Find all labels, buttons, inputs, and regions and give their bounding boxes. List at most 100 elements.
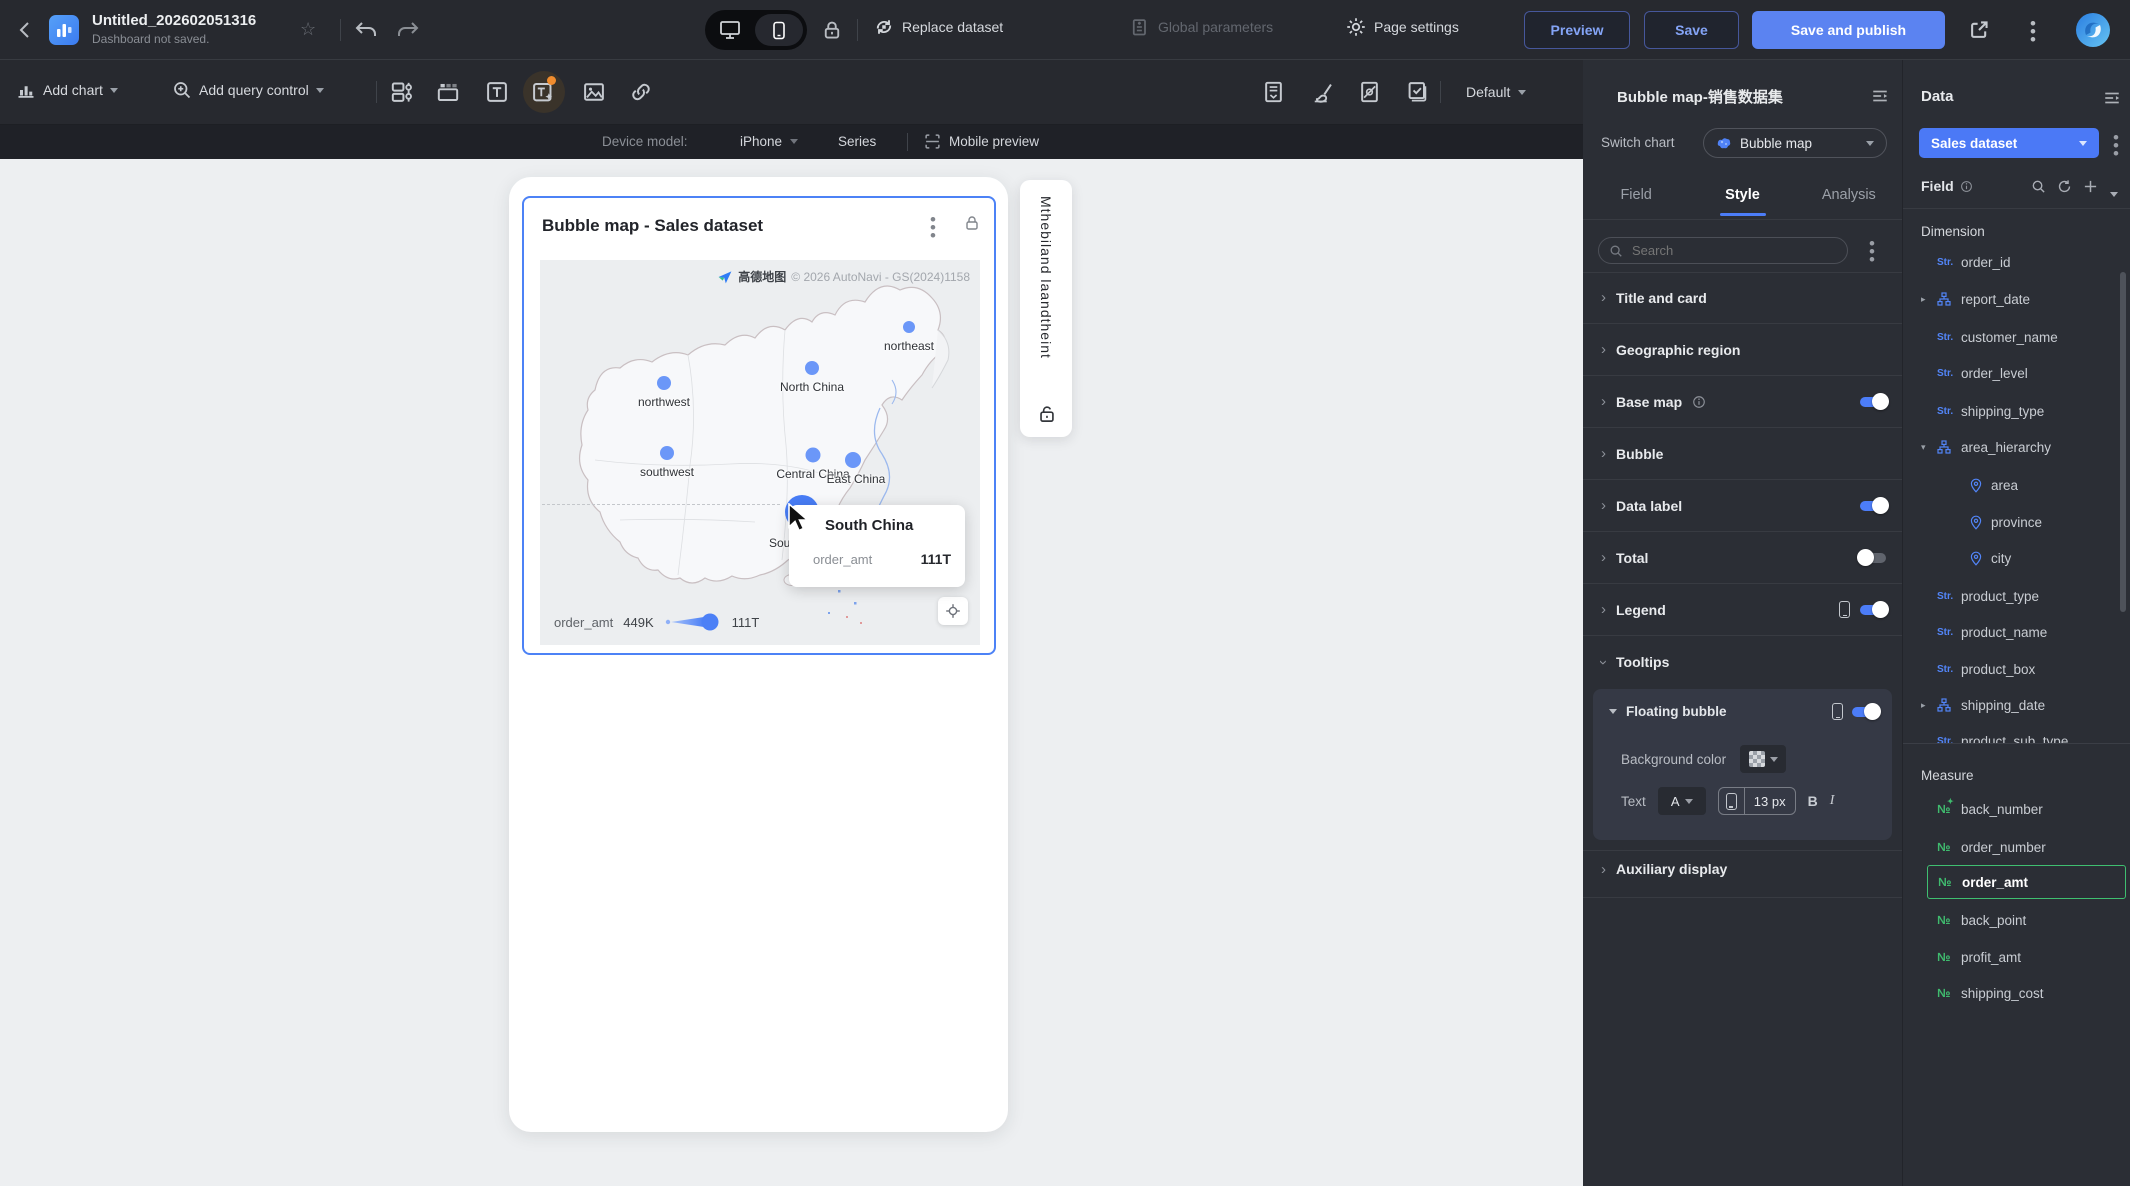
tab-container-icon[interactable]	[436, 80, 460, 104]
field-order_id[interactable]: Str. order_id	[1903, 244, 2122, 280]
field-city[interactable]: city	[1903, 540, 2122, 576]
base-map-toggle[interactable]	[1860, 392, 1889, 410]
scrollbar[interactable]	[2120, 272, 2126, 612]
replace-dataset-button[interactable]: Replace dataset	[874, 17, 1003, 37]
lock-icon[interactable]	[822, 20, 842, 40]
field-report_date[interactable]: ▸ report_date	[1903, 281, 2122, 317]
device-model-dropdown[interactable]: iPhone	[740, 134, 799, 149]
map-locate-button[interactable]	[938, 597, 968, 625]
theme-default-dropdown[interactable]: Default	[1466, 84, 1527, 100]
section-geographic-region[interactable]: › Geographic region	[1583, 324, 1902, 376]
save-and-publish-button[interactable]: Save and publish	[1752, 11, 1945, 49]
field-order_number[interactable]: № order_number	[1903, 829, 2122, 865]
field-shipping_type[interactable]: Str. shipping_type	[1903, 393, 2122, 429]
brush-clean-icon[interactable]	[1311, 80, 1334, 104]
section-auxiliary-display[interactable]: › Auxiliary display	[1601, 861, 1727, 877]
mobile-mode-segment[interactable]	[755, 14, 803, 46]
font-size-value[interactable]: 13 px	[1745, 794, 1795, 809]
add-field-icon[interactable]	[2083, 179, 2098, 194]
chart-type-dropdown[interactable]: Bubble map	[1703, 128, 1887, 158]
field-product_type[interactable]: Str. product_type	[1903, 578, 2122, 614]
field-search-icon[interactable]	[2031, 179, 2046, 194]
bold-button[interactable]: B	[1808, 793, 1818, 809]
redo-button[interactable]	[396, 19, 420, 41]
more-menu-icon[interactable]: • • •	[2030, 15, 2036, 48]
collapse-panel-icon[interactable]	[2103, 89, 2121, 107]
batch-select-icon[interactable]	[1406, 80, 1429, 104]
bubble-northeast[interactable]	[903, 321, 915, 333]
page-settings-button[interactable]: Page settings	[1346, 17, 1459, 37]
style-options-menu-icon[interactable]: • • •	[1869, 235, 1875, 268]
tab-field[interactable]: Field	[1583, 187, 1689, 203]
bubble-southwest[interactable]	[660, 446, 674, 460]
canvas-side-tab[interactable]: Mthebiland laandtheint	[1020, 180, 1072, 437]
share-icon[interactable]	[1968, 19, 1990, 41]
background-color-picker[interactable]	[1740, 745, 1787, 773]
field-order_amt-selected[interactable]: № order_amt	[1927, 865, 2126, 899]
card-report-icon[interactable]	[1262, 80, 1285, 104]
collapse-panel-icon[interactable]	[1871, 87, 1889, 105]
italic-button[interactable]: I	[1830, 793, 1835, 809]
bubble-map[interactable]: 高德地图 © 2026 AutoNavi - GS(2024)1158 nort…	[540, 260, 980, 645]
filter-control-icon[interactable]	[390, 80, 414, 104]
field-product_box[interactable]: Str. product_box	[1903, 651, 2122, 687]
data-label-toggle[interactable]	[1860, 496, 1889, 514]
section-tooltips[interactable]: › Tooltips	[1583, 636, 1902, 688]
desktop-mode-icon[interactable]	[718, 19, 742, 41]
avatar[interactable]	[2076, 13, 2110, 47]
floating-bubble-toggle[interactable]	[1852, 702, 1881, 720]
field-area_hierarchy[interactable]: ▾ area_hierarchy	[1903, 429, 2122, 465]
add-query-control-button[interactable]: Add query control	[172, 80, 324, 100]
preview-button[interactable]: Preview	[1524, 11, 1630, 49]
ai-text-icon[interactable]	[531, 76, 556, 104]
expander-icon[interactable]: ▾	[1921, 442, 1937, 453]
floating-bubble-row[interactable]: Floating bubble	[1609, 702, 1881, 720]
section-base-map[interactable]: › Base map	[1583, 376, 1902, 428]
hidden-charts-icon[interactable]	[1358, 80, 1381, 104]
font-color-dropdown[interactable]: A	[1657, 787, 1706, 815]
field-province[interactable]: province	[1903, 504, 2122, 540]
expander-icon[interactable]: ▸	[1921, 700, 1937, 711]
card-lock-icon[interactable]	[964, 215, 980, 231]
bubble-east-china[interactable]	[845, 452, 861, 468]
style-search-box[interactable]	[1598, 237, 1848, 264]
back-button[interactable]	[16, 20, 34, 40]
dataset-dropdown[interactable]: Sales dataset	[1919, 128, 2099, 158]
field-profit_amt[interactable]: № profit_amt	[1903, 939, 2122, 975]
field-area[interactable]: area	[1903, 467, 2122, 503]
section-data-label[interactable]: › Data label	[1583, 480, 1902, 532]
card-more-icon[interactable]: • • •	[930, 211, 936, 244]
dataset-more-icon[interactable]: • • •	[2113, 129, 2119, 162]
image-icon[interactable]	[582, 80, 606, 104]
undo-button[interactable]	[354, 19, 378, 41]
bubble-map-card[interactable]: Bubble map - Sales dataset • • • 高德地图 © …	[522, 196, 996, 655]
style-search-input[interactable]	[1630, 242, 1810, 259]
field-shipping_date[interactable]: ▸ shipping_date	[1903, 687, 2122, 723]
add-chart-button[interactable]: Add chart	[16, 80, 118, 100]
mobile-font-size-cell[interactable]	[1719, 788, 1745, 814]
text-icon[interactable]	[485, 80, 509, 104]
section-total[interactable]: › Total	[1583, 532, 1902, 584]
tab-style[interactable]: Style	[1689, 187, 1795, 203]
field-back_number[interactable]: № ✦ back_number	[1903, 791, 2122, 827]
field-refresh-icon[interactable]	[2057, 179, 2072, 194]
link-icon[interactable]	[629, 80, 653, 104]
total-toggle[interactable]	[1857, 548, 1886, 566]
field-order_level[interactable]: Str. order_level	[1903, 355, 2122, 391]
bubble-central-china[interactable]	[805, 447, 821, 463]
section-bubble[interactable]: › Bubble	[1583, 428, 1902, 480]
legend-toggle[interactable]	[1860, 600, 1889, 618]
save-button[interactable]: Save	[1644, 11, 1739, 49]
field-collapse-caret-icon[interactable]	[2110, 184, 2118, 202]
field-back_point[interactable]: № back_point	[1903, 902, 2122, 938]
unlock-icon[interactable]	[1037, 405, 1056, 423]
bubble-north-china[interactable]	[805, 361, 819, 375]
bubble-northwest[interactable]	[657, 376, 671, 390]
field-customer_name[interactable]: Str. customer_name	[1903, 319, 2122, 355]
section-legend[interactable]: › Legend	[1583, 584, 1902, 636]
mobile-preview-button[interactable]: Mobile preview	[924, 133, 1039, 150]
section-title-and-card[interactable]: › Title and card	[1583, 272, 1902, 324]
expander-icon[interactable]: ▸	[1921, 294, 1937, 305]
field-product_name[interactable]: Str. product_name	[1903, 614, 2122, 650]
device-mode-toggle[interactable]	[705, 10, 807, 50]
